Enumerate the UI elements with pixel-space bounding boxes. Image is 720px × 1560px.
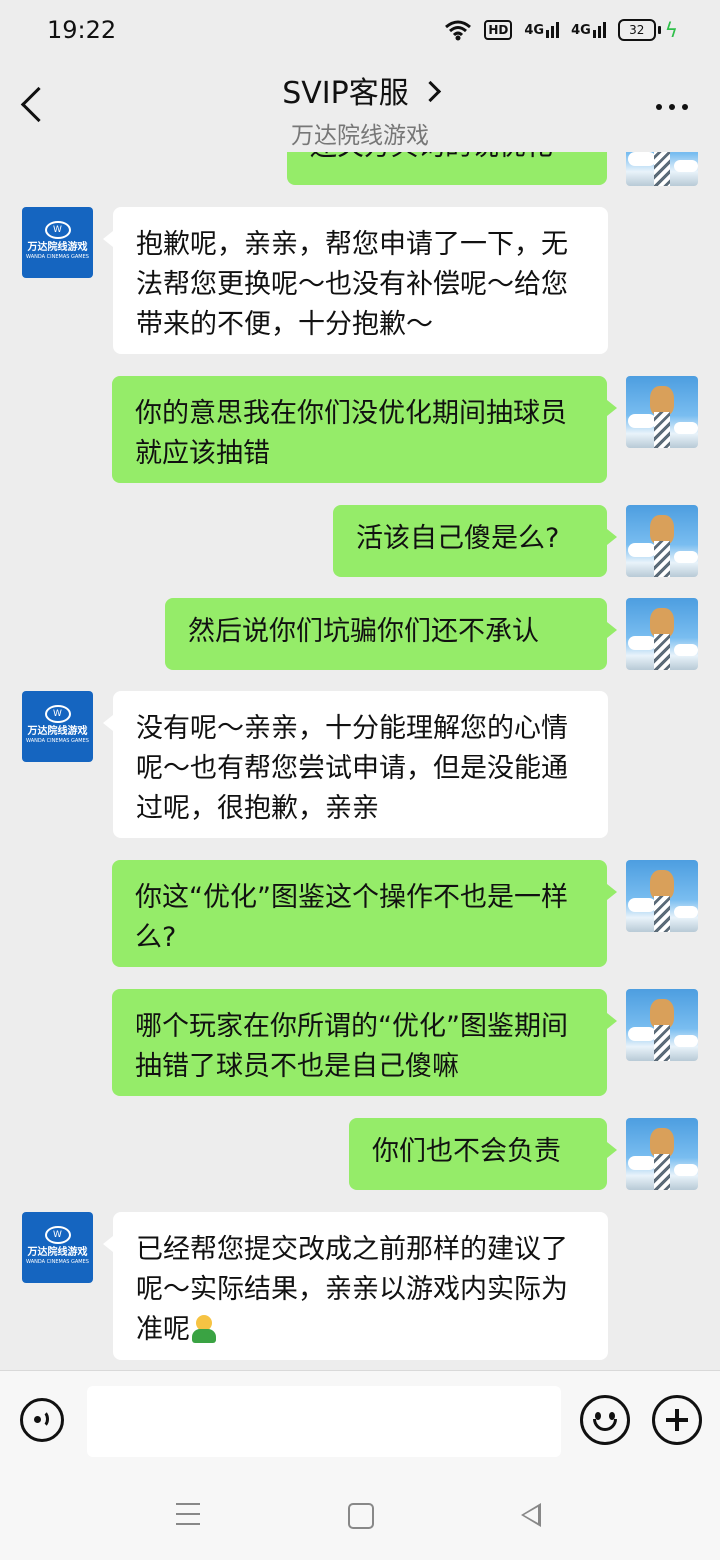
message-list[interactable]: 还关方具询的说优化 W万达院线游戏WANDA CINEMAS GAMES 抱歉呢… (0, 152, 720, 1370)
charging-icon: ϟ (664, 18, 678, 42)
my-avatar[interactable] (626, 505, 698, 577)
message-bubble-out[interactable]: 哪个玩家在你所谓的“优化”图鉴期间抽错了球员不也是自己傻嘛 (112, 989, 617, 1096)
battery-icon: 32 ϟ (617, 18, 678, 42)
chat-title-area[interactable]: SVIP客服 (0, 68, 720, 112)
chevron-right-icon[interactable] (419, 80, 441, 103)
my-avatar[interactable] (626, 152, 698, 186)
message-bubble-out[interactable]: 还关方具询的说优化 (287, 152, 607, 185)
message-bubble-out[interactable]: 你的意思我在你们没优化期间抽球员就应该抽错 (112, 376, 617, 483)
message-bubble-in[interactable]: 抱歉呢，亲亲，帮您申请了一下，无法帮您更换呢～也没有补偿呢～给您带来的不便，十分… (103, 207, 608, 354)
wifi-icon (445, 20, 472, 41)
chat-title[interactable]: SVIP客服 (282, 76, 409, 111)
more-options-icon[interactable] (656, 104, 688, 110)
input-bar (0, 1370, 720, 1471)
my-avatar[interactable] (626, 860, 698, 932)
service-avatar[interactable]: W 万达院线游戏 WANDA CINEMAS GAMES (22, 691, 93, 762)
my-avatar[interactable] (626, 598, 698, 670)
my-avatar[interactable] (626, 989, 698, 1061)
voice-icon[interactable] (20, 1398, 64, 1442)
system-nav-bar (0, 1470, 720, 1560)
my-avatar[interactable] (626, 376, 698, 448)
message-bubble-out[interactable]: 然后说你们坑骗你们还不承认 (165, 598, 617, 670)
my-avatar[interactable] (626, 1118, 698, 1190)
signal-icon-1: 4G (524, 22, 560, 38)
message-bubble-out[interactable]: 活该自己傻是么? (333, 505, 617, 577)
message-bubble-out[interactable]: 你这“优化”图鉴这个操作不也是一样么? (112, 860, 617, 967)
plus-icon[interactable] (652, 1395, 702, 1445)
nav-bar: SVIP客服 万达院线游戏 (0, 62, 720, 152)
message-bubble-out[interactable]: 你们也不会负责 (349, 1118, 617, 1190)
service-avatar[interactable]: W 万达院线游戏 WANDA CINEMAS GAMES (22, 1212, 93, 1283)
emoji-icon[interactable] (580, 1395, 630, 1445)
message-bubble-in[interactable]: 没有呢～亲亲，十分能理解您的心情呢～也有帮您尝试申请，但是没能通过呢，很抱歉，亲… (103, 691, 608, 838)
status-icons: HD 4G 4G 32 ϟ (444, 18, 678, 42)
signal-icon-2: 4G (571, 22, 606, 38)
system-back-icon[interactable] (521, 1503, 541, 1527)
status-bar: 19:22 HD 4G 4G 32 ϟ (0, 0, 720, 62)
status-time: 19:22 (47, 16, 117, 44)
message-input[interactable] (87, 1386, 561, 1457)
hd-badge: HD (484, 20, 513, 40)
message-bubble-in[interactable]: 已经帮您提交改成之前那样的建议了呢～实际结果，亲亲以游戏内实际为准呢 (103, 1212, 608, 1360)
service-avatar[interactable]: W 万达院线游戏 WANDA CINEMAS GAMES (22, 207, 93, 278)
home-icon[interactable] (348, 1503, 374, 1529)
person-emoji-icon (190, 1315, 218, 1343)
recent-apps-icon[interactable] (176, 1503, 200, 1533)
chat-subtitle: 万达院线游戏 (291, 123, 429, 149)
